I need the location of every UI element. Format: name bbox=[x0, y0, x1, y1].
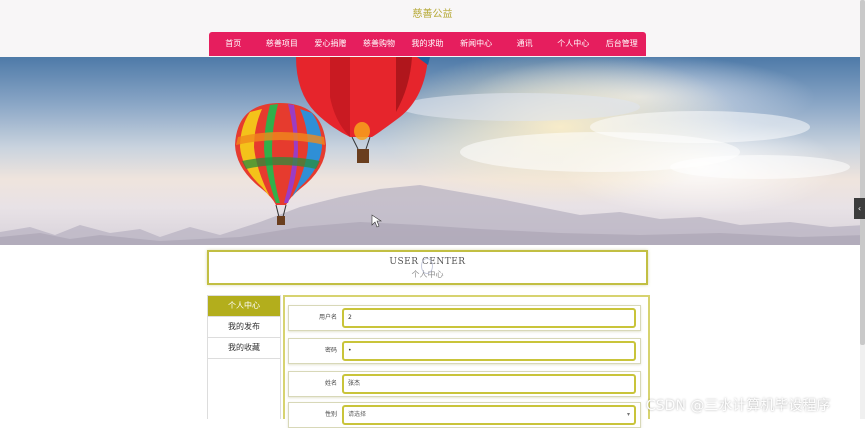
chevron-left-icon[interactable]: ‹ bbox=[854, 198, 865, 219]
sidebar-item-my-posts[interactable]: 我的发布 bbox=[208, 317, 280, 338]
main-nav: 首页 慈善项目 爱心捐赠 慈善购物 我的求助 新闻中心 通讯 个人中心 后台管理 bbox=[209, 32, 646, 56]
nav-item-user-center[interactable]: 个人中心 bbox=[549, 32, 598, 56]
nav-item-projects[interactable]: 慈善项目 bbox=[258, 32, 307, 56]
header: 慈善公益 首页 慈善项目 爱心捐赠 慈善购物 我的求助 新闻中心 通讯 个人中心… bbox=[0, 0, 865, 57]
username-label: 用户名 bbox=[318, 314, 337, 321]
csdn-watermark: CSDN @三水计算机毕设程序 bbox=[646, 398, 831, 414]
nav-item-home[interactable]: 首页 bbox=[209, 32, 258, 56]
gender-label: 性别 bbox=[324, 411, 337, 418]
username-field[interactable]: 2 bbox=[342, 308, 636, 328]
decorative-ring-icon bbox=[421, 258, 433, 274]
nav-item-shopping[interactable]: 慈善购物 bbox=[355, 32, 404, 56]
sidebar-item-my-favorites[interactable]: 我的收藏 bbox=[208, 338, 280, 359]
nav-item-messages[interactable]: 通讯 bbox=[500, 32, 549, 56]
form-row-username: 用户名 2 bbox=[288, 305, 641, 331]
gender-select[interactable]: 请选择 ▾ bbox=[342, 405, 636, 425]
password-label: 密码 bbox=[324, 347, 337, 354]
page-scrollbar-thumb[interactable] bbox=[860, 0, 865, 345]
chevron-down-icon: ▾ bbox=[626, 411, 630, 418]
nav-item-admin[interactable]: 后台管理 bbox=[598, 32, 647, 56]
password-field[interactable]: • bbox=[342, 341, 636, 361]
user-sidebar: 个人中心 我的发布 我的收藏 bbox=[207, 295, 281, 419]
name-field[interactable]: 张杰 bbox=[342, 374, 636, 394]
form-row-gender: 性别 请选择 ▾ bbox=[288, 402, 641, 428]
nav-item-donation[interactable]: 爱心捐赠 bbox=[306, 32, 355, 56]
site-title[interactable]: 慈善公益 bbox=[0, 5, 865, 20]
form-row-password: 密码 • bbox=[288, 338, 641, 364]
banner-image bbox=[0, 57, 865, 245]
nav-item-news[interactable]: 新闻中心 bbox=[452, 32, 501, 56]
name-label: 姓名 bbox=[324, 380, 337, 387]
banner-carousel[interactable] bbox=[0, 57, 865, 245]
nav-item-my-help[interactable]: 我的求助 bbox=[403, 32, 452, 56]
gender-select-value: 请选择 bbox=[348, 411, 367, 418]
form-row-name: 姓名 张杰 bbox=[288, 371, 641, 397]
sidebar-item-user-center[interactable]: 个人中心 bbox=[208, 296, 280, 317]
